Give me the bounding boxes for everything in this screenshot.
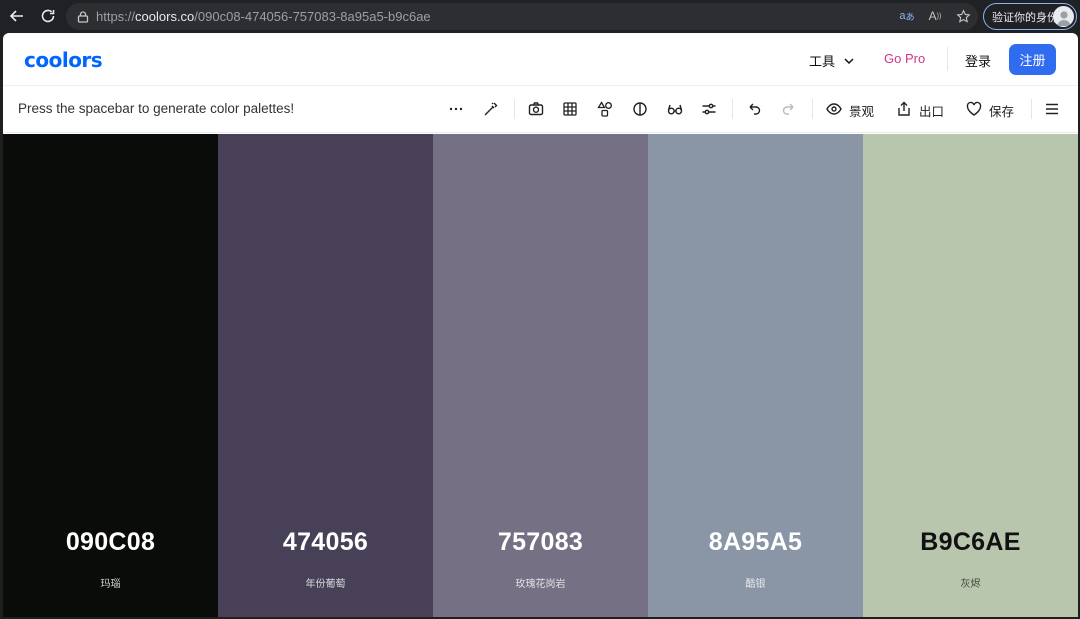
login-link[interactable]: 登录 [965,51,991,70]
read-aloud-icon[interactable]: A)) [926,7,944,25]
site-info-icon[interactable] [76,10,90,24]
signup-button[interactable]: 注册 [1009,44,1056,75]
toolbar-divider [812,99,813,119]
color-swatch[interactable]: B9C6AE 灰烬 [863,134,1078,617]
color-name[interactable]: 玫瑰花岗岩 [433,575,648,590]
undo-icon[interactable] [745,100,763,118]
grid-view-icon[interactable] [561,100,579,118]
hex-code[interactable]: B9C6AE [863,528,1078,557]
color-swatch[interactable]: 474056 年份葡萄 [218,134,433,617]
hex-code[interactable]: 8A95A5 [648,528,863,557]
eye-icon[interactable] [825,100,843,118]
save-button[interactable]: 保存 [989,101,1014,120]
more-options-icon[interactable] [447,100,465,118]
color-palette: 090C08 玛瑙 474056 年份葡萄 757083 玫瑰花岗岩 8A95A… [3,134,1078,617]
toolbar-divider [732,99,733,119]
chevron-down-icon [844,57,854,64]
color-name[interactable]: 玛瑙 [3,575,218,590]
back-icon[interactable] [3,2,31,30]
tools-label: 工具 [809,55,836,70]
verify-identity-button[interactable]: 验证你的身份 [983,3,1077,30]
coolors-page: coolors 工具 Go Pro 登录 注册 Press the spaceb… [3,33,1078,617]
spacebar-hint: Press the spacebar to generate color pal… [18,101,295,116]
shapes-icon[interactable] [596,100,614,118]
view-button[interactable]: 景观 [849,101,874,120]
hex-code[interactable]: 090C08 [3,528,218,557]
header-divider [947,47,948,71]
hex-code[interactable]: 474056 [218,528,433,557]
translate-icon[interactable]: aあ [898,7,916,25]
export-share-icon[interactable] [895,100,913,118]
color-name[interactable]: 灰烬 [863,575,1078,590]
hamburger-menu-icon[interactable] [1043,100,1061,118]
toolbar-divider [514,99,515,119]
browser-toolbar: https://coolors.co/090c08-474056-757083-… [0,0,1080,33]
url-text: https://coolors.co/090c08-474056-757083-… [96,9,431,24]
profile-avatar-icon [1053,6,1074,27]
contrast-icon[interactable] [631,100,649,118]
magic-wand-icon[interactable] [482,100,500,118]
site-header: coolors 工具 Go Pro 登录 注册 [3,33,1078,86]
camera-icon[interactable] [527,100,545,118]
color-swatch[interactable]: 090C08 玛瑙 [3,134,218,617]
heart-icon[interactable] [965,100,983,118]
favorite-star-icon[interactable] [954,7,972,25]
address-bar[interactable]: https://coolors.co/090c08-474056-757083-… [66,3,978,30]
toolbar-divider [1031,99,1032,119]
coolors-logo[interactable]: coolors [24,48,103,72]
tools-menu[interactable]: 工具 [809,51,855,70]
export-button[interactable]: 出口 [919,101,944,120]
reload-icon[interactable] [34,2,62,30]
palette-toolbar: Press the spacebar to generate color pal… [3,86,1078,133]
go-pro-link[interactable]: Go Pro [884,51,925,66]
color-name[interactable]: 年份葡萄 [218,575,433,590]
verify-label: 验证你的身份 [992,10,1058,24]
color-name[interactable]: 酷银 [648,575,863,590]
color-swatch[interactable]: 757083 玫瑰花岗岩 [433,134,648,617]
glasses-icon[interactable] [666,100,684,118]
hex-code[interactable]: 757083 [433,528,648,557]
color-swatch[interactable]: 8A95A5 酷银 [648,134,863,617]
redo-icon[interactable] [780,100,798,118]
adjust-sliders-icon[interactable] [700,100,718,118]
